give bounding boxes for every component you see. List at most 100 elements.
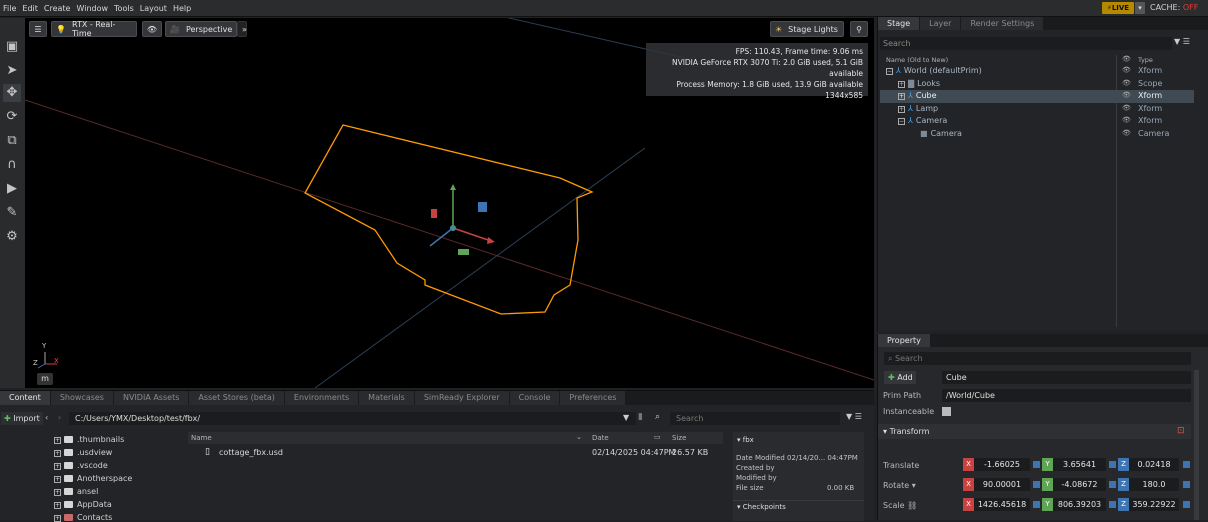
tab-environments[interactable]: Environments [284,391,359,405]
tab-stage[interactable]: Stage [878,17,920,30]
tree-row-camera-prim[interactable]: ■ Camera 👁 Camera [880,128,1194,141]
translate-z-input[interactable]: 0.02418 [1129,458,1179,471]
translate-z-key[interactable] [1183,461,1190,468]
rotate-icon[interactable]: ⟳ [3,108,21,126]
renderer-button[interactable]: 💡 RTX - Real-Time [51,20,137,38]
expand-icon[interactable]: + [54,489,61,496]
translate-y-input[interactable]: 3.65641 [1053,458,1106,471]
scale-y-input[interactable]: 806.39203 [1053,498,1106,511]
translate-x-key[interactable] [1033,461,1040,468]
tree-item[interactable]: + Contacts [54,513,112,522]
file-row[interactable]: ▯ cottage_fbx.usd 02/14/2025 04:47PM 26.… [188,447,723,459]
sort-chevron-icon[interactable]: ⌄ [576,433,582,441]
menu-create[interactable]: Create [41,4,74,13]
expand-icon[interactable]: + [54,437,61,444]
link-icon[interactable]: ⛓ [907,501,917,510]
viewport-settings-button[interactable]: ☰ [29,21,47,37]
stage-search-input[interactable]: Search [880,37,1172,50]
prim-name-field[interactable]: Cube [942,371,1191,384]
property-scrollbar[interactable] [1194,370,1199,520]
eye-icon[interactable]: 👁 [1122,66,1131,74]
live-dropdown-icon[interactable]: ▾ [1135,2,1145,14]
import-button[interactable]: ✚ Import [1,412,43,425]
tab-console[interactable]: Console [509,391,560,405]
tree-row-world[interactable]: − ⅄ World (defaultPrim) 👁 Xform [880,65,1194,78]
menu-file[interactable]: File [0,4,19,13]
tree-item[interactable]: + Anotherspace [54,474,132,483]
tree-row-looks[interactable]: + ▇ Looks 👁 Scope [880,78,1194,91]
stage-lights-button[interactable]: ☀ Stage Lights [770,21,844,37]
rotate-x-input[interactable]: 90.00001 [974,478,1030,491]
col-file-name[interactable]: Name [191,434,212,442]
menu-layout[interactable]: Layout [137,4,170,13]
prim-path-field[interactable]: /World/Cube [942,389,1191,402]
expand-icon[interactable]: + [898,93,905,100]
collapse-icon[interactable]: − [898,118,905,125]
tree-item[interactable]: + AppData [54,500,112,509]
translate-y-key[interactable] [1109,461,1116,468]
tree-item[interactable]: + .usdview [54,448,112,457]
eye-icon[interactable]: 👁 [1122,129,1131,137]
back-icon[interactable]: ‹ [45,413,48,422]
scale-z-input[interactable]: 359.22922 [1129,498,1179,511]
menu-edit[interactable]: Edit [19,4,41,13]
rotate-y-key[interactable] [1109,481,1116,488]
tab-simready-explorer[interactable]: SimReady Explorer [414,391,509,405]
transform-section-header[interactable]: ▾ Transform ⊡ [878,424,1191,439]
pin-button[interactable]: ⚲ [850,21,868,37]
tree-item[interactable]: + .thumbnails [54,435,124,444]
expand-icon[interactable]: + [54,502,61,509]
tree-row-lamp[interactable]: + ⅄ Lamp 👁 Xform [880,103,1194,116]
scale-y-key[interactable] [1109,501,1116,508]
checkpoints-header[interactable]: ▾ Checkpoints [737,503,786,511]
forward-icon[interactable]: › [58,413,61,422]
tab-layer[interactable]: Layer [920,17,961,30]
select-arrow-icon[interactable]: ➤ [3,62,21,80]
physics-icon[interactable]: ⚙ [3,228,21,246]
rotate-x-key[interactable] [1033,481,1040,488]
search-icon[interactable]: ⌕ [655,412,660,422]
unit-key[interactable]: m [37,373,53,385]
play-icon[interactable]: ▶ [3,180,21,198]
select-mode-icon[interactable]: ▣ [3,38,21,56]
col-size[interactable]: Size [672,434,686,442]
col-type[interactable]: Type [1138,56,1153,64]
viewport[interactable]: Y Z X m ☰ 💡 RTX - Real-Time 👁 🎥 Perspectiv… [25,18,874,388]
rotate-z-input[interactable]: 180.0 [1129,478,1179,491]
tab-render-settings[interactable]: Render Settings [961,17,1044,30]
eye-icon[interactable]: 👁 [1122,79,1131,87]
snap-icon[interactable]: ∩ [3,156,21,174]
path-dropdown-icon[interactable]: ▼ [623,413,629,422]
visibility-button[interactable]: 👁 [142,21,162,37]
bookmark-icon[interactable]: ▮ [638,412,643,422]
detail-folder-header[interactable]: ▾ fbx [737,436,754,444]
eye-icon[interactable]: 👁 [1122,116,1131,124]
tab-property[interactable]: Property [878,334,930,347]
content-search-input[interactable]: Search [670,412,840,425]
scale-x-input[interactable]: 1426.45618 [974,498,1030,511]
scale-x-key[interactable] [1033,501,1040,508]
paint-icon[interactable]: ✎ [3,204,21,222]
expand-chevron-icon[interactable]: » [237,21,247,37]
menu-help[interactable]: Help [170,4,194,13]
instanceable-checkbox[interactable] [942,407,951,416]
tree-item[interactable]: + ansel [54,487,98,496]
expand-icon[interactable]: + [54,450,61,457]
translate-x-input[interactable]: -1.66025 [974,458,1030,471]
live-button[interactable]: ⚡ LIVE [1102,2,1134,14]
filter-icon[interactable]: ▼ ☰ [1174,37,1190,46]
tree-item[interactable]: + .vscode [54,461,108,470]
col-name[interactable]: Name (Old to New) [886,56,948,64]
tab-preferences[interactable]: Preferences [560,391,626,405]
expand-icon[interactable]: + [54,476,61,483]
col-date[interactable]: Date [592,434,609,442]
property-search-input[interactable]: ⌕ Search [884,352,1191,365]
path-input[interactable]: C:/Users/YMX/Desktop/test/fbx/ [69,412,636,425]
menu-tools[interactable]: Tools [111,4,137,13]
expand-icon[interactable]: + [898,80,905,88]
menu-window[interactable]: Window [73,4,111,13]
tab-showcases[interactable]: Showcases [50,391,113,405]
filter-icon[interactable]: ▼ ☰ [846,412,862,421]
tab-nvidia-assets[interactable]: NVIDIA Assets [113,391,189,405]
eye-icon[interactable]: 👁 [1122,91,1131,99]
